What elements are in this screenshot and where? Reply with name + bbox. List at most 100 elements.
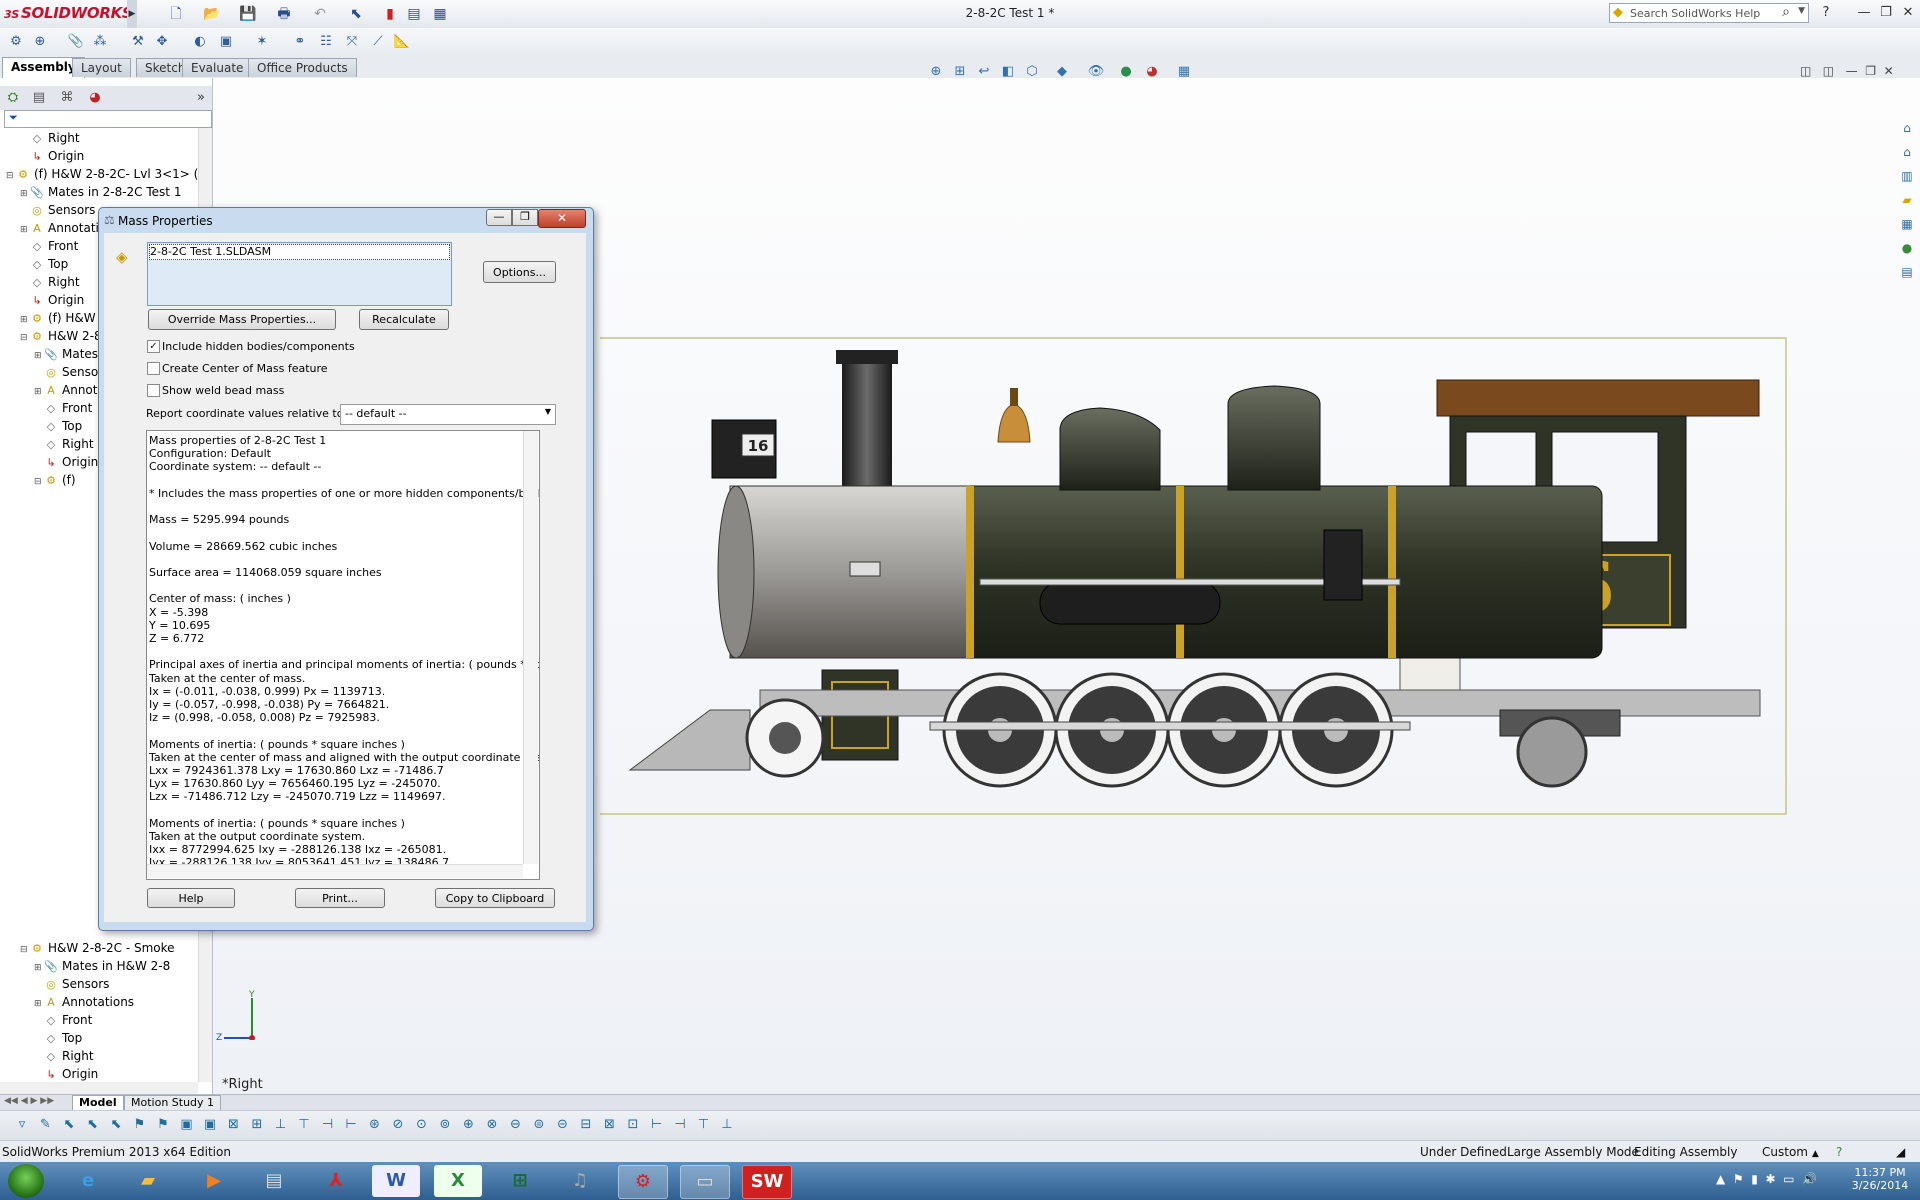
property-manager-tab-icon[interactable]: ▤ (28, 88, 50, 108)
tab-office-products[interactable]: Office Products (248, 58, 357, 77)
display-manager-tab-icon[interactable]: ◕ (84, 88, 106, 108)
clock[interactable]: 11:37 PM 3/26/2014 (1850, 1166, 1910, 1192)
select-arrow-icon[interactable]: ⬉ (346, 4, 366, 24)
expand-toggle-icon[interactable]: ⊞ (20, 221, 30, 237)
measure-icon[interactable]: 📐 (392, 32, 412, 52)
dialog-close-button[interactable]: ✕ (538, 209, 586, 228)
reference-geometry-icon[interactable]: ✶ (252, 32, 272, 52)
help-question-icon[interactable]: ? (1814, 3, 1838, 23)
expand-toggle-icon[interactable]: ⊞ (20, 311, 30, 327)
close-button[interactable]: ✕ (1896, 3, 1920, 23)
open-folder-icon[interactable]: 📂 (202, 4, 222, 24)
restore-button[interactable]: ❐ (1874, 3, 1898, 23)
dimxpert-tool-icon[interactable]: ⊙ (412, 1115, 432, 1135)
coordinate-system-select[interactable]: -- default -- ▼ (340, 404, 556, 425)
home-icon[interactable]: ⌂ (1897, 142, 1917, 162)
show-hidden-icon[interactable]: ◐ (190, 32, 210, 52)
rebuild-icon[interactable]: ▮ (380, 4, 400, 24)
expand-toggle-icon[interactable]: ⊟ (6, 167, 16, 183)
dimxpert-tool-icon[interactable]: ⊘ (388, 1115, 408, 1135)
notepad-icon[interactable]: ▤ (250, 1165, 298, 1197)
move-component-icon[interactable]: ✥ (152, 32, 172, 52)
view-settings-icon[interactable]: ▦ (1174, 62, 1194, 82)
design-library-icon[interactable]: ▥ (1897, 166, 1917, 186)
dimxpert-tool-icon[interactable]: ⊥ (271, 1115, 291, 1135)
dimxpert-tool-icon[interactable]: ⊡ (623, 1115, 643, 1135)
dimxpert-tool-icon[interactable]: ⊢ (341, 1115, 361, 1135)
tree-item[interactable]: ⊞ 📎 Mates in H&W 2-8 (6, 957, 198, 975)
undo-icon[interactable]: ↶ (310, 4, 330, 24)
tab-scroll-arrows[interactable]: ◀◀ ◀ ▶ ▶▶ (4, 1096, 54, 1106)
units-selector[interactable]: Custom ▲ (1762, 1145, 1819, 1159)
bill-of-materials-icon[interactable]: ☷ (316, 32, 336, 52)
dialog-minimize-button[interactable]: — (486, 209, 512, 226)
acrobat-icon[interactable]: ⅄ (312, 1165, 360, 1197)
options-icon[interactable]: ▦ (430, 4, 450, 24)
file-explorer-icon[interactable]: ▰ (1897, 190, 1917, 210)
search-icon[interactable]: ⌕ (1782, 4, 1790, 20)
weld-bead-checkbox[interactable] (147, 384, 160, 397)
appearances-icon[interactable]: ● (1897, 238, 1917, 258)
tile-view-icon[interactable]: ◫ (1800, 64, 1811, 78)
tab-layout[interactable]: Layout (72, 58, 131, 77)
dimxpert-tool-icon[interactable]: ⊥ (717, 1115, 737, 1135)
tree-item[interactable]: ◇ Right (6, 129, 198, 147)
internet-explorer-icon[interactable]: e (64, 1165, 112, 1197)
view-palette-icon[interactable]: ▦ (1897, 214, 1917, 234)
instant3d-icon[interactable]: ⟋ (368, 32, 388, 52)
dimxpert-tool-icon[interactable]: ✎ (36, 1115, 56, 1135)
link-views-icon[interactable]: ◫ (1823, 64, 1834, 78)
dimxpert-tool-icon[interactable]: ⚑ (153, 1115, 173, 1135)
feature-manager-tab-icon[interactable]: ⛭ (2, 88, 24, 108)
expand-toggle-icon[interactable]: ⊟ (34, 473, 44, 489)
hide-show-items-icon[interactable]: 👁 (1086, 62, 1106, 82)
itunes-icon[interactable]: ♫ (556, 1165, 604, 1197)
expand-toggle-icon[interactable]: ⊟ (20, 329, 30, 345)
dimxpert-tool-icon[interactable]: ⊗ (482, 1115, 502, 1135)
tree-item[interactable]: ◇ Right (6, 1047, 198, 1065)
dimxpert-tool-icon[interactable]: ⊕ (459, 1115, 479, 1135)
options-button[interactable]: Options... (483, 261, 556, 283)
chevron-down-icon[interactable]: ▼ (1798, 6, 1805, 16)
view-minimize-icon[interactable]: — (1846, 64, 1858, 78)
dimxpert-tool-icon[interactable]: ⬉ (59, 1115, 79, 1135)
locomotive-model[interactable]: 16 16 (600, 330, 1800, 830)
tab-motion-study-1[interactable]: Motion Study 1 (124, 1095, 222, 1111)
dimxpert-tool-icon[interactable]: ⊢ (647, 1115, 667, 1135)
expand-toggle-icon[interactable]: ⊞ (34, 347, 44, 363)
mass-properties-results[interactable]: Mass properties of 2-8-2C Test 1 Configu… (146, 430, 540, 880)
new-motion-study-icon[interactable]: ⚭ (290, 32, 310, 52)
custom-properties-icon[interactable]: ▤ (1897, 262, 1917, 282)
expand-toggle-icon[interactable]: ⊞ (20, 185, 30, 201)
dimxpert-tool-icon[interactable]: ⊝ (553, 1115, 573, 1135)
tree-item[interactable]: ↳ Origin (6, 1065, 198, 1083)
edrawings-icon[interactable]: ⚙ (618, 1165, 668, 1199)
media-player-icon[interactable]: ▶ (190, 1165, 238, 1197)
word-icon[interactable]: W (372, 1165, 420, 1197)
tree-horizontal-scrollbar[interactable] (0, 1082, 198, 1094)
excel-icon[interactable]: X (434, 1165, 482, 1197)
include-hidden-checkbox[interactable]: ✓ (147, 340, 160, 353)
solidworks-resources-icon[interactable]: ⌂ (1897, 118, 1917, 138)
dimxpert-tool-icon[interactable]: ⬉ (83, 1115, 103, 1135)
mate-icon[interactable]: 📎 (66, 32, 86, 52)
save-icon[interactable]: 💾 (238, 4, 258, 24)
remote-desktop-icon[interactable]: ▭ (680, 1165, 730, 1199)
solidworks-taskbar-icon[interactable]: SW (742, 1165, 792, 1199)
dimxpert-tool-icon[interactable]: ⊠ (224, 1115, 244, 1135)
results-horizontal-scrollbar[interactable] (147, 864, 523, 878)
dimxpert-tool-icon[interactable]: ⊚ (435, 1115, 455, 1135)
tree-item[interactable]: ⊞ 📎 Mates in 2-8-2C Test 1 (6, 183, 198, 201)
view-restore-icon[interactable]: ❐ (1865, 64, 1876, 78)
tree-item[interactable]: ◇ Front (6, 1011, 198, 1029)
tree-item[interactable]: ◎ Sensors (6, 975, 198, 993)
help-icon[interactable]: ? (1836, 1145, 1842, 1159)
dimxpert-tool-icon[interactable]: ▣ (177, 1115, 197, 1135)
results-vertical-scrollbar[interactable] (523, 431, 538, 864)
dimxpert-tool-icon[interactable]: ⊜ (529, 1115, 549, 1135)
dimxpert-tool-icon[interactable]: ▿ (12, 1115, 32, 1135)
tree-item[interactable]: ↳ Origin (6, 147, 198, 165)
zoom-to-area-icon[interactable]: ⊞ (950, 62, 970, 82)
copy-to-clipboard-button[interactable]: Copy to Clipboard (435, 888, 555, 908)
view-close-icon[interactable]: ✕ (1884, 64, 1894, 78)
